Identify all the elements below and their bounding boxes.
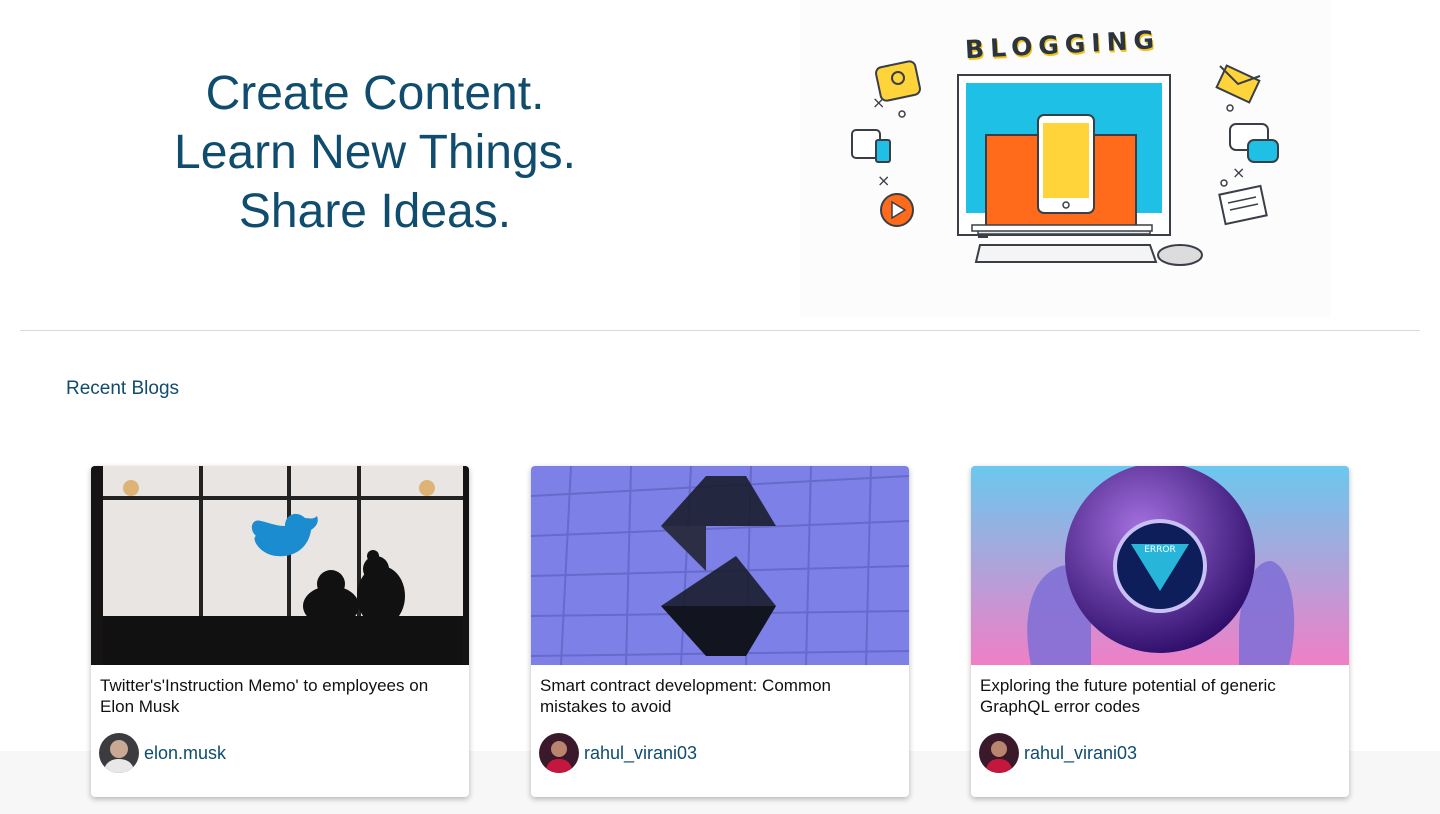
- blog-card-author[interactable]: rahul_virani03: [531, 723, 909, 783]
- illustration-word-outline: BLOGGING: [964, 25, 1160, 64]
- hero-line-2: Learn New Things.: [174, 126, 576, 179]
- svg-text:×: ×: [877, 171, 890, 190]
- author-name[interactable]: rahul_virani03: [1024, 743, 1137, 764]
- svg-text:ERROR: ERROR: [1144, 545, 1176, 555]
- blog-card-image[interactable]: [91, 466, 469, 665]
- svg-text:×: ×: [872, 93, 885, 112]
- author-name[interactable]: rahul_virani03: [584, 743, 697, 764]
- recent-blogs-heading: Recent Blogs: [66, 378, 180, 399]
- author-name[interactable]: elon.musk: [144, 743, 226, 764]
- blog-card-image[interactable]: ERROR: [971, 466, 1349, 665]
- section-divider: [20, 330, 1420, 331]
- blog-card-image[interactable]: [531, 466, 909, 665]
- author-avatar: [99, 733, 139, 773]
- author-avatar: [539, 733, 579, 773]
- blogging-illustration: BLOGGING BLOGGING × × ×: [800, 0, 1330, 318]
- blog-card-title[interactable]: Exploring the future potential of generi…: [971, 665, 1349, 723]
- blog-card-author[interactable]: elon.musk: [91, 723, 469, 783]
- hero-line-1: Create Content.: [205, 67, 545, 120]
- author-avatar: [979, 733, 1019, 773]
- hero-tagline: Create Content. Learn New Things. Share …: [0, 64, 750, 241]
- blog-card[interactable]: Twitter's'Instruction Memo' to employees…: [91, 466, 469, 797]
- blog-card-title[interactable]: Twitter's'Instruction Memo' to employees…: [91, 665, 469, 723]
- hero-line-3: Share Ideas.: [238, 185, 512, 238]
- blog-card-author[interactable]: rahul_virani03: [971, 723, 1349, 783]
- blog-card-title[interactable]: Smart contract development: Common mista…: [531, 665, 909, 723]
- blog-card[interactable]: ERROR Exploring the future potential of …: [971, 466, 1349, 797]
- blog-card[interactable]: Smart contract development: Common mista…: [531, 466, 909, 797]
- svg-text:×: ×: [1232, 163, 1245, 182]
